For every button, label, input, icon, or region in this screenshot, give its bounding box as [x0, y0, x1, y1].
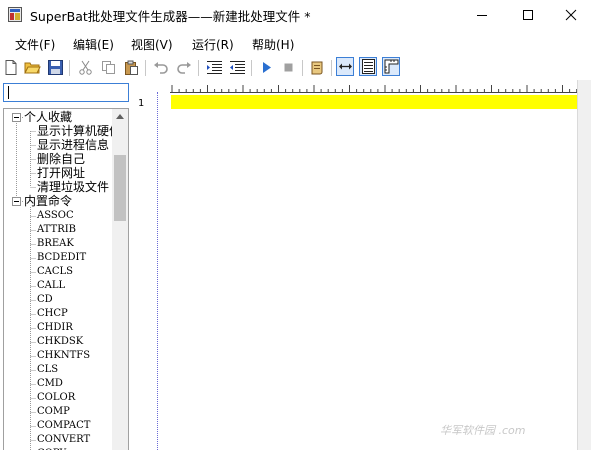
ruler-button[interactable] — [382, 57, 400, 76]
tree-item-command[interactable]: CACLS — [37, 265, 73, 279]
stop-icon — [284, 63, 293, 72]
redo-icon — [177, 62, 191, 74]
undo-icon — [154, 62, 168, 74]
tree-item-favorite[interactable]: 删除自己 — [37, 152, 85, 166]
menu-bar: 文件(F) 编辑(E) 视图(V) 运行(R) 帮助(H) — [0, 30, 591, 56]
tree-item-command[interactable]: CMD — [37, 377, 63, 391]
current-line-highlight[interactable] — [171, 95, 578, 109]
line-numbers-button[interactable] — [359, 57, 377, 76]
tree-item-favorite[interactable]: 显示计算机硬件 — [37, 124, 121, 138]
tree-item-command[interactable]: CD — [37, 293, 53, 307]
outdent-icon — [230, 61, 245, 74]
toolbar-separator — [69, 60, 70, 76]
indent-button[interactable] — [206, 59, 223, 76]
script-icon — [311, 61, 323, 75]
menu-help[interactable]: 帮助(H) — [252, 36, 294, 53]
gutter-divider — [157, 92, 158, 450]
tree-item-command[interactable]: CHKDSK — [37, 335, 83, 349]
cut-button[interactable] — [77, 59, 94, 76]
tree-node-favorites[interactable]: 个人收藏 — [24, 110, 72, 124]
toolbar-separator — [145, 60, 146, 76]
maximize-button[interactable] — [505, 0, 551, 30]
menu-file[interactable]: 文件(F) — [15, 36, 55, 53]
open-button[interactable] — [24, 59, 41, 76]
toolbar-separator — [251, 60, 252, 76]
ruler-icon — [384, 59, 399, 74]
window-title: SuperBat批处理文件生成器——新建批处理文件 * — [30, 9, 311, 24]
save-button[interactable] — [47, 59, 64, 76]
indent-icon — [207, 61, 222, 74]
line-number: 1 — [138, 98, 145, 109]
title-bar: SuperBat批处理文件生成器——新建批处理文件 * — [0, 0, 591, 30]
menu-run[interactable]: 运行(R) — [192, 36, 234, 53]
minimize-icon — [477, 15, 487, 16]
tree-item-command[interactable]: CLS — [37, 363, 58, 377]
save-icon — [48, 60, 63, 75]
editor-area[interactable] — [133, 80, 591, 450]
tree-item-favorite[interactable]: 清理垃圾文件 — [37, 180, 109, 194]
tree-node-builtin-commands[interactable]: 内置命令 — [24, 194, 72, 208]
tree-item-command[interactable]: COMPACT — [37, 419, 90, 433]
copy-button[interactable] — [100, 59, 117, 76]
tree-item-command[interactable]: CHCP — [37, 307, 68, 321]
menu-view[interactable]: 视图(V) — [131, 36, 173, 53]
toolbar-separator — [331, 60, 332, 76]
open-folder-icon — [24, 62, 41, 74]
tree-item-command[interactable]: ASSOC — [37, 209, 74, 223]
tree-item-command[interactable]: COMP — [37, 405, 70, 419]
scroll-up-icon[interactable] — [116, 114, 124, 119]
redo-button[interactable] — [176, 59, 193, 76]
tree-item-command[interactable]: CALL — [37, 279, 65, 293]
script-button[interactable] — [309, 59, 326, 76]
stop-button[interactable] — [280, 59, 297, 76]
run-icon — [263, 62, 271, 73]
watermark: 华军软件园 .com — [440, 424, 526, 437]
text-caret — [8, 86, 9, 99]
collapse-builtin-toggle[interactable] — [12, 197, 21, 206]
tree-item-favorite[interactable]: 显示进程信息 — [37, 138, 109, 152]
maximize-icon — [523, 10, 533, 20]
search-input[interactable] — [3, 83, 129, 102]
tree-scrollbar-thumb[interactable] — [114, 155, 126, 221]
tree-item-command[interactable]: COLOR — [37, 391, 75, 405]
tree-item-command[interactable]: BREAK — [37, 237, 74, 251]
toolbar-separator — [302, 60, 303, 76]
line-numbers-icon — [362, 59, 375, 74]
tree-item-command[interactable]: CHKNTFS — [37, 349, 90, 363]
tree-item-command[interactable]: CONVERT — [37, 433, 90, 447]
close-icon — [565, 9, 577, 21]
paste-icon — [125, 60, 138, 75]
tree-scrollbar[interactable] — [112, 109, 128, 450]
cut-icon — [79, 60, 92, 75]
word-wrap-button[interactable] — [336, 57, 354, 76]
tree-item-command[interactable]: CHDIR — [37, 321, 73, 335]
run-button[interactable] — [258, 59, 275, 76]
tree-item-command[interactable]: BCDEDIT — [37, 251, 86, 265]
toolbar — [0, 56, 591, 80]
command-tree: 个人收藏 显示计算机硬件 显示进程信息 删除自己 打开网址 清理垃圾文件 内置命令 ASSOC… — [3, 108, 129, 450]
editor-scrollbar[interactable] — [578, 80, 591, 450]
ruler — [170, 85, 578, 93]
new-file-icon — [5, 60, 17, 75]
close-button[interactable] — [548, 0, 591, 30]
menu-edit[interactable]: 编辑(E) — [73, 36, 114, 53]
copy-icon — [102, 61, 115, 74]
toolbar-separator — [198, 60, 199, 76]
tree-item-command[interactable]: ATTRIB — [37, 223, 76, 237]
tree-item-favorite[interactable]: 打开网址 — [37, 166, 85, 180]
outdent-button[interactable] — [229, 59, 246, 76]
collapse-favorites-toggle[interactable] — [12, 113, 21, 122]
undo-button[interactable] — [152, 59, 169, 76]
minimize-button[interactable] — [459, 0, 505, 30]
word-wrap-icon — [339, 63, 352, 70]
new-file-button[interactable] — [3, 59, 20, 76]
paste-button[interactable] — [123, 59, 140, 76]
app-icon — [8, 7, 22, 22]
